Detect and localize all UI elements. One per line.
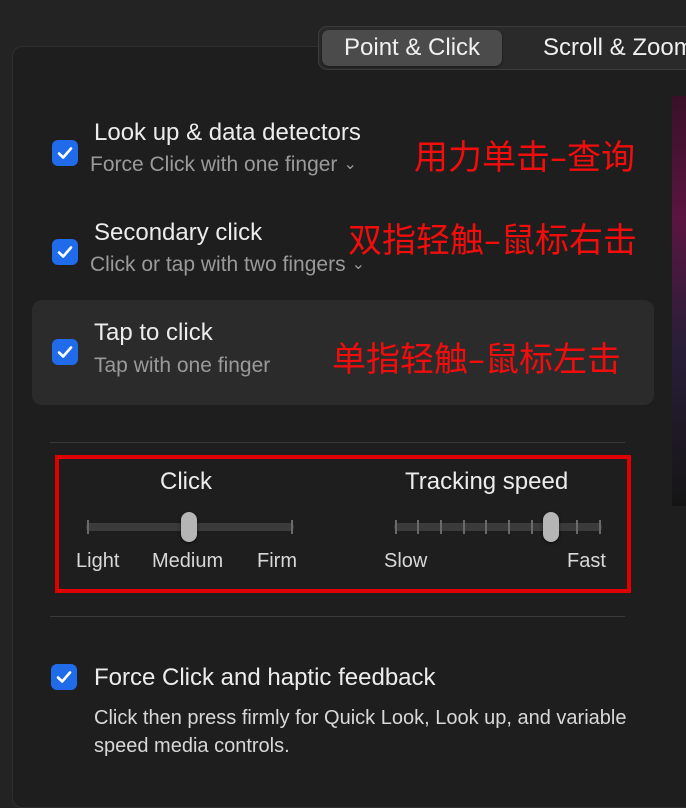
checkmark-icon [57,147,73,159]
tracking-slider-tick [440,520,442,534]
tracking-slider-tick [485,520,487,534]
tab-point-click[interactable]: Point & Click [322,30,503,66]
lookup-subtitle-dropdown[interactable]: Force Click with one finger ⌄ [90,153,357,177]
click-label-firm: Firm [257,550,297,572]
tab-scroll-zoom[interactable]: Scroll & Zoom [521,30,686,66]
force-click-checkbox[interactable] [51,664,77,690]
lookup-annotation: 用力单击–查询 [414,138,635,178]
secondary-click-annotation: 双指轻触–鼠标右击 [348,221,637,261]
tracking-slider-tick [417,520,419,534]
checkmark-icon [57,246,73,258]
force-click-description: Click then press firmly for Quick Look, … [94,707,627,757]
checkmark-icon [57,346,73,358]
tracking-speed-title: Tracking speed [405,468,569,495]
secondary-click-subtitle: Click or tap with two fingers [90,253,346,276]
tracking-slider-tick [395,520,397,534]
click-slider-knob[interactable] [181,512,197,542]
secondary-click-checkbox[interactable] [52,239,78,265]
lookup-subtitle: Force Click with one finger [90,153,338,176]
tap-to-click-subtitle: Tap with one finger [94,354,271,377]
tracking-slider-tick [599,520,601,534]
click-slider-tick [291,520,293,534]
tap-to-click-checkbox[interactable] [52,339,78,365]
tab-bar: Point & Click Scroll & Zoom [318,26,686,70]
tracking-slider-tick [531,520,533,534]
secondary-click-subtitle-dropdown[interactable]: Click or tap with two fingers ⌄ [90,253,365,277]
divider [50,616,625,617]
chevron-down-icon: ⌄ [343,156,357,173]
tracking-label-slow: Slow [384,550,428,572]
tap-to-click-title: Tap to click [94,319,213,346]
tracking-slider-tick [463,520,465,534]
secondary-click-title: Secondary click [94,219,263,246]
lookup-checkbox[interactable] [52,140,78,166]
click-slider-title: Click [160,468,212,495]
tracking-slider-tick [576,520,578,534]
wallpaper-edge [672,96,686,506]
click-label-light: Light [76,550,120,572]
divider [50,442,625,443]
lookup-title: Look up & data detectors [94,119,361,146]
tap-to-click-annotation: 单指轻触–鼠标左击 [332,340,621,380]
tracking-slider-knob[interactable] [543,512,559,542]
tracking-label-fast: Fast [567,550,606,572]
click-slider-tick [87,520,89,534]
tracking-slider-tick [508,520,510,534]
tracking-slider-track[interactable] [394,523,602,531]
force-click-title: Force Click and haptic feedback [94,664,436,691]
click-label-medium: Medium [152,550,224,572]
checkmark-icon [56,671,72,683]
